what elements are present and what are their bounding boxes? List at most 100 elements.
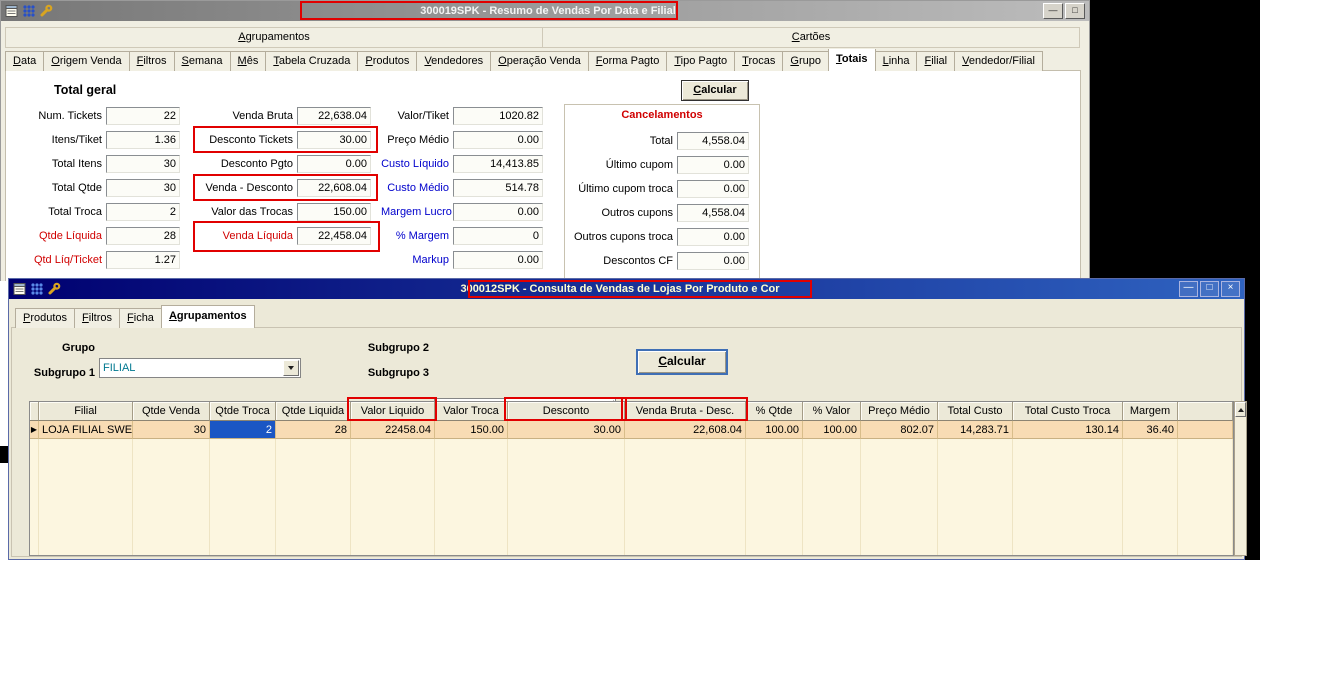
wrench-icon[interactable] [47, 282, 61, 296]
cell-qtde-liquida[interactable]: 28 [276, 421, 351, 439]
col-header-margem[interactable]: Margem [1123, 402, 1178, 421]
w2-table-row[interactable]: ▶LOJA FILIAL SWEDA3022822458.04150.0030.… [30, 421, 1233, 439]
field-value-descontos-cf[interactable]: 0.00 [677, 252, 749, 270]
report-icon[interactable] [5, 4, 19, 18]
w1-tab-opera-o-venda[interactable]: Operação Venda [490, 51, 589, 71]
cell-qtde-venda[interactable]: 30 [133, 421, 210, 439]
col-header-qtde[interactable]: % Qtde [746, 402, 803, 421]
w1-tab-m-s[interactable]: Mês [229, 51, 267, 71]
field-value-ltimo-cupom[interactable]: 0.00 [677, 156, 749, 174]
window1-titlebar[interactable]: 300019SPK - Resumo de Vendas Por Data e … [1, 1, 1089, 21]
field-value-qtde-l-quida[interactable]: 28 [106, 227, 180, 245]
cell-qtde-troca[interactable]: 2 [210, 421, 276, 439]
field-value-outros-cupons[interactable]: 4,558.04 [677, 204, 749, 222]
field-value-pre-o-m-dio[interactable]: 0.00 [453, 131, 543, 149]
field-label-venda-bruta: Venda Bruta [232, 110, 293, 122]
w1-tab-trocas[interactable]: Trocas [734, 51, 784, 71]
field-value-outros-cupons-troca[interactable]: 0.00 [677, 228, 749, 246]
field-value-total-itens[interactable]: 30 [106, 155, 180, 173]
field-value-ltimo-cupom-troca[interactable]: 0.00 [677, 180, 749, 198]
w1-tab-tipo-pagto[interactable]: Tipo Pagto [666, 51, 736, 71]
col-header-filial[interactable]: Filial [39, 402, 133, 421]
field-value-venda-desconto[interactable]: 22,608.04 [297, 179, 371, 197]
field-value-itens-tiket[interactable]: 1.36 [106, 131, 180, 149]
w2-tab-filtros[interactable]: Filtros [74, 308, 121, 328]
cell-total-custo[interactable]: 14,283.71 [938, 421, 1013, 439]
field-value-custo-m-dio[interactable]: 514.78 [453, 179, 543, 197]
w1-tab-vendedores[interactable]: Vendedores [416, 51, 492, 71]
window1-minimize-button[interactable]: — [1043, 3, 1063, 19]
w1-tab-totais[interactable]: Totais [827, 49, 876, 71]
col-header-valor-liquido[interactable]: Valor Liquido [351, 402, 435, 421]
w2-calcular-button[interactable]: Calcular [636, 349, 728, 375]
field-value-valor-tiket[interactable]: 1020.82 [453, 107, 543, 125]
cell-total-custo-troca[interactable]: 130.14 [1013, 421, 1123, 439]
components-icon[interactable] [22, 4, 36, 18]
w1-tab-forma-pagto[interactable]: Forma Pagto [587, 51, 668, 71]
field-value-num-tickets[interactable]: 22 [106, 107, 180, 125]
w1-tab-grupo[interactable]: Grupo [782, 51, 829, 71]
col-header-valor[interactable]: % Valor [803, 402, 861, 421]
col-header-qtde-venda[interactable]: Qtde Venda [133, 402, 210, 421]
w1-tab-filtros[interactable]: Filtros [128, 51, 175, 71]
field-value-custo-l-quido[interactable]: 14,413.85 [453, 155, 543, 173]
cell-desconto[interactable]: 30.00 [508, 421, 625, 439]
field-value-desconto-pgto[interactable]: 0.00 [297, 155, 371, 173]
field-value-venda-l-quida[interactable]: 22,458.04 [297, 227, 371, 245]
table-header-marker [30, 402, 39, 421]
w1-tab-data[interactable]: Data [5, 51, 45, 71]
field-value-total-qtde[interactable]: 30 [106, 179, 180, 197]
col-header-total-custo[interactable]: Total Custo [938, 402, 1013, 421]
group-tab-cartoes[interactable]: Cartões [543, 28, 1079, 47]
w2-tab-produtos[interactable]: Produtos [15, 308, 76, 328]
wrench-icon[interactable] [39, 4, 53, 18]
w1-tab-semana[interactable]: Semana [173, 51, 231, 71]
cell-pre-o-m-dio[interactable]: 802.07 [861, 421, 938, 439]
window2-titlebar[interactable]: 300012SPK - Consulta de Vendas de Lojas … [9, 279, 1244, 299]
window2-close-button[interactable]: × [1221, 281, 1240, 297]
w1-tab-tabela-cruzada[interactable]: Tabela Cruzada [265, 51, 359, 71]
cell-qtde[interactable]: 100.00 [746, 421, 803, 439]
report-icon[interactable] [13, 282, 27, 296]
grupo-combobox-dropdown-button[interactable] [283, 360, 299, 376]
field-value-markup[interactable]: 0.00 [453, 251, 543, 269]
grupo-combobox[interactable]: FILIAL [99, 358, 301, 378]
col-header-qtde-troca[interactable]: Qtde Troca [210, 402, 276, 421]
w1-tab-linha[interactable]: Linha [874, 51, 918, 71]
field-value-valor-das-trocas[interactable]: 150.00 [297, 203, 371, 221]
window1-maximize-button[interactable]: □ [1065, 3, 1085, 19]
w2-tab-ficha[interactable]: Ficha [119, 308, 162, 328]
field-label-itens-tiket: Itens/Tiket [51, 134, 102, 146]
field-value-venda-bruta[interactable]: 22,638.04 [297, 107, 371, 125]
window2-maximize-button[interactable]: □ [1200, 281, 1219, 297]
col-header-desconto[interactable]: Desconto [508, 402, 625, 421]
col-header-total-custo-troca[interactable]: Total Custo Troca [1013, 402, 1123, 421]
window2-minimize-button[interactable]: — [1179, 281, 1198, 297]
cell-valor-troca[interactable]: 150.00 [435, 421, 508, 439]
field-value-total[interactable]: 4,558.04 [677, 132, 749, 150]
field-value-margem[interactable]: 0 [453, 227, 543, 245]
cell-margem[interactable]: 36.40 [1123, 421, 1178, 439]
field-value-margem-lucro[interactable]: 0.00 [453, 203, 543, 221]
cell-valor[interactable]: 100.00 [803, 421, 861, 439]
w1-tab-origem-venda[interactable]: Origem Venda [43, 51, 130, 71]
scrollbar-up-button[interactable] [1235, 402, 1246, 417]
vertical-scrollbar[interactable] [1234, 401, 1247, 556]
w2-tab-agrupamentos[interactable]: Agrupamentos [160, 305, 255, 328]
field-value-desconto-tickets[interactable]: 30.00 [297, 131, 371, 149]
cell-filial[interactable]: LOJA FILIAL SWEDA [39, 421, 133, 439]
group-tab-agrupamentos[interactable]: Agrupamentos [6, 28, 543, 47]
col-header-qtde-liquida[interactable]: Qtde Liquida [276, 402, 351, 421]
field-value-qtd-l-q-ticket[interactable]: 1.27 [106, 251, 180, 269]
w1-calcular-button[interactable]: Calcular [681, 80, 749, 101]
field-value-total-troca[interactable]: 2 [106, 203, 180, 221]
cell-venda-bruta-desc[interactable]: 22,608.04 [625, 421, 746, 439]
col-header-valor-troca[interactable]: Valor Troca [435, 402, 508, 421]
cell-valor-liquido[interactable]: 22458.04 [351, 421, 435, 439]
components-icon[interactable] [30, 282, 44, 296]
w1-tab-vendedor-filial[interactable]: Vendedor/Filial [954, 51, 1043, 71]
col-header-venda-bruta-desc[interactable]: Venda Bruta - Desc. [625, 402, 746, 421]
col-header-pre-o-m-dio[interactable]: Preço Médio [861, 402, 938, 421]
w1-tab-produtos[interactable]: Produtos [357, 51, 418, 71]
w1-tab-filial[interactable]: Filial [916, 51, 956, 71]
